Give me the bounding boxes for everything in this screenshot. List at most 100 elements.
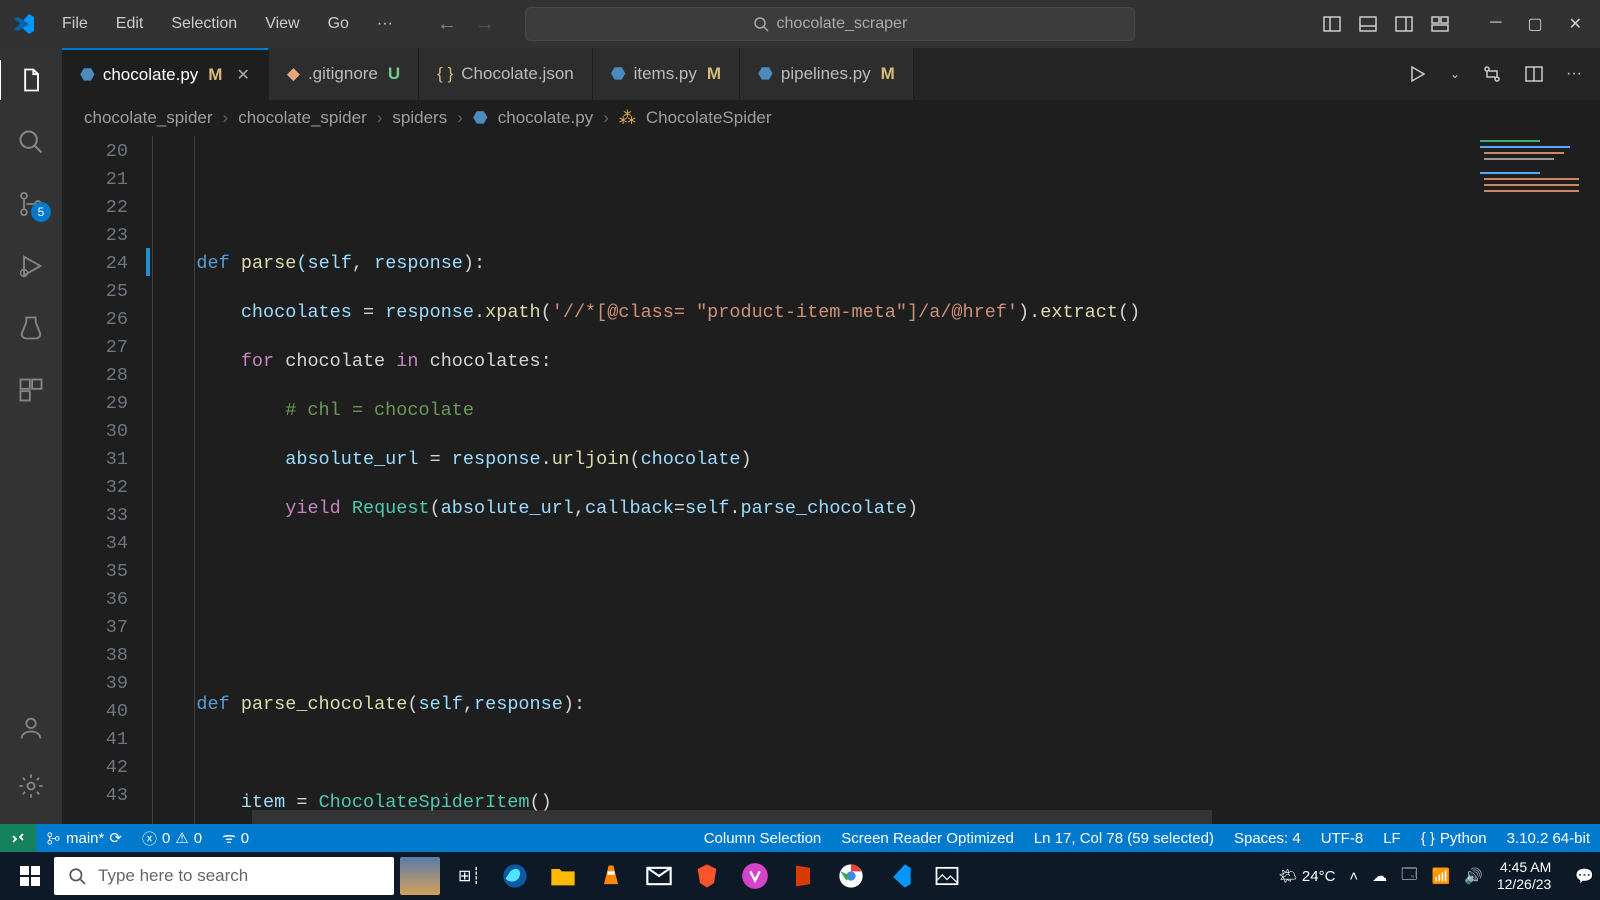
menu-selection[interactable]: Selection [159, 9, 249, 39]
file-explorer-icon[interactable] [549, 862, 577, 890]
extensions-icon[interactable] [17, 376, 45, 404]
customize-layout-icon[interactable] [1430, 14, 1450, 34]
more-actions-icon[interactable]: ··· [1566, 65, 1582, 83]
layout-sidebar-right-icon[interactable] [1394, 14, 1414, 34]
mail-icon[interactable] [645, 862, 673, 890]
breadcrumb-segment[interactable]: ChocolateSpider [646, 108, 772, 128]
status-bar: main* ⟳ ⓧ0 ⚠0 ᯤ0 Column Selection Screen… [0, 824, 1600, 852]
tab-label: chocolate.py [103, 65, 198, 85]
eol-status[interactable]: LF [1373, 830, 1411, 847]
window-maximize-icon[interactable]: ▢ [1527, 14, 1542, 34]
run-debug-icon[interactable] [17, 252, 45, 280]
tray-chevron-icon[interactable]: ˄ [1349, 868, 1358, 885]
problems-status[interactable]: ⓧ0 ⚠0 [132, 828, 212, 849]
code-editor[interactable]: 202122 232425 262728 293031 323334 35363… [62, 136, 1600, 824]
news-widget-icon[interactable] [400, 857, 440, 895]
tab-label: .gitignore [308, 64, 378, 84]
encoding-status[interactable]: UTF-8 [1311, 830, 1374, 847]
ports-status[interactable]: ᯤ0 [212, 828, 259, 848]
taskbar-search[interactable]: Type here to search [54, 857, 394, 895]
cursor-position-status[interactable]: Ln 17, Col 78 (59 selected) [1024, 830, 1224, 847]
window-minimize-icon[interactable]: ─ [1490, 14, 1501, 34]
screen-reader-status[interactable]: Screen Reader Optimized [831, 830, 1024, 847]
photos-icon[interactable] [933, 862, 961, 890]
language-mode-status[interactable]: { } Python [1411, 830, 1497, 847]
sync-icon[interactable]: ⟳ [109, 829, 122, 847]
split-editor-icon[interactable] [1524, 64, 1544, 84]
line-gutter: 202122 232425 262728 293031 323334 35363… [62, 136, 152, 824]
tab-modified-badge: M [881, 64, 895, 84]
nav-back-icon[interactable]: ← [437, 13, 457, 36]
battery-icon[interactable]: 🗔 [1401, 864, 1417, 889]
breadcrumb-segment[interactable]: chocolate.py [498, 108, 593, 128]
tab-label: Chocolate.json [461, 64, 573, 84]
search-activity-icon[interactable] [17, 128, 45, 156]
breadcrumb-segment[interactable]: spiders [392, 108, 447, 128]
run-dropdown-icon[interactable]: ⌄ [1450, 67, 1460, 81]
search-icon [68, 867, 86, 885]
windows-taskbar: Type here to search ⊞┊ 🌤 24°C ˄ ☁ 🗔 📶 🔊 … [0, 852, 1600, 900]
chrome-icon[interactable] [837, 862, 865, 890]
tab-modified-badge: M [707, 64, 721, 84]
start-button[interactable] [6, 865, 54, 887]
task-view-icon[interactable]: ⊞┊ [458, 866, 481, 886]
tab-chocolate-py[interactable]: ⬣ chocolate.py M ✕ [62, 48, 269, 100]
class-icon: ⁂ [619, 108, 636, 128]
accounts-icon[interactable] [17, 714, 45, 742]
volume-icon[interactable]: 🔊 [1464, 867, 1483, 885]
source-control-icon[interactable]: 5 [17, 190, 45, 218]
git-file-icon: ◆ [287, 64, 300, 84]
brave-icon[interactable] [693, 862, 721, 890]
horizontal-scrollbar[interactable] [252, 810, 1212, 824]
notifications-icon[interactable]: 💬 [1575, 867, 1594, 885]
code-content[interactable]: def parse(self, response): chocolates = … [152, 136, 1600, 824]
python-file-icon: ⬣ [473, 108, 488, 128]
git-compare-icon[interactable] [1482, 64, 1502, 84]
search-text: chocolate_scraper [777, 15, 908, 33]
nav-forward-icon[interactable]: → [475, 13, 495, 36]
menu-file[interactable]: File [50, 9, 100, 39]
onedrive-icon[interactable]: ☁ [1372, 867, 1387, 885]
menu-edit[interactable]: Edit [104, 9, 156, 39]
scm-badge: 5 [31, 202, 51, 222]
breadcrumb[interactable]: chocolate_spider› chocolate_spider› spid… [62, 100, 1600, 136]
vlc-icon[interactable] [597, 862, 625, 890]
wifi-icon[interactable]: 📶 [1431, 867, 1450, 885]
python-file-icon: ⬣ [758, 64, 773, 84]
command-center-search[interactable]: chocolate_scraper [525, 7, 1135, 41]
activity-bar: 5 [0, 48, 62, 824]
tab-close-icon[interactable]: ✕ [236, 65, 249, 85]
settings-gear-icon[interactable] [17, 772, 45, 800]
indentation-status[interactable]: Spaces: 4 [1224, 830, 1311, 847]
tab-items-py[interactable]: ⬣ items.py M [593, 48, 740, 100]
app-icon-purple[interactable] [741, 862, 769, 890]
breadcrumb-segment[interactable]: chocolate_spider [238, 108, 367, 128]
testing-icon[interactable] [17, 314, 45, 342]
layout-sidebar-left-icon[interactable] [1322, 14, 1342, 34]
menu-more[interactable]: ··· [365, 9, 405, 39]
window-close-icon[interactable]: ✕ [1569, 14, 1582, 34]
minimap[interactable] [1476, 136, 1586, 824]
tab-gitignore[interactable]: ◆ .gitignore U [269, 48, 419, 100]
tab-chocolate-json[interactable]: { } Chocolate.json [419, 48, 593, 100]
python-interpreter-status[interactable]: 3.10.2 64-bit [1497, 830, 1600, 847]
python-file-icon: ⬣ [80, 65, 95, 85]
taskbar-clock[interactable]: 4:45 AM 12/26/23 [1497, 859, 1552, 893]
tab-label: pipelines.py [781, 64, 871, 84]
explorer-icon[interactable] [17, 66, 45, 94]
edge-icon[interactable] [501, 862, 529, 890]
git-branch-status[interactable]: main* ⟳ [36, 829, 132, 847]
menu-view[interactable]: View [253, 9, 311, 39]
run-file-icon[interactable] [1408, 64, 1428, 84]
search-icon [753, 16, 769, 32]
weather-widget[interactable]: 🌤 24°C [1279, 867, 1336, 885]
menu-go[interactable]: Go [316, 9, 361, 39]
column-selection-status[interactable]: Column Selection [694, 830, 832, 847]
layout-panel-icon[interactable] [1358, 14, 1378, 34]
breadcrumb-segment[interactable]: chocolate_spider [84, 108, 213, 128]
vscode-taskbar-icon[interactable] [885, 862, 913, 890]
remote-indicator[interactable] [0, 824, 36, 852]
office-icon[interactable] [789, 862, 817, 890]
json-file-icon: { } [437, 64, 453, 84]
tab-pipelines-py[interactable]: ⬣ pipelines.py M [740, 48, 914, 100]
